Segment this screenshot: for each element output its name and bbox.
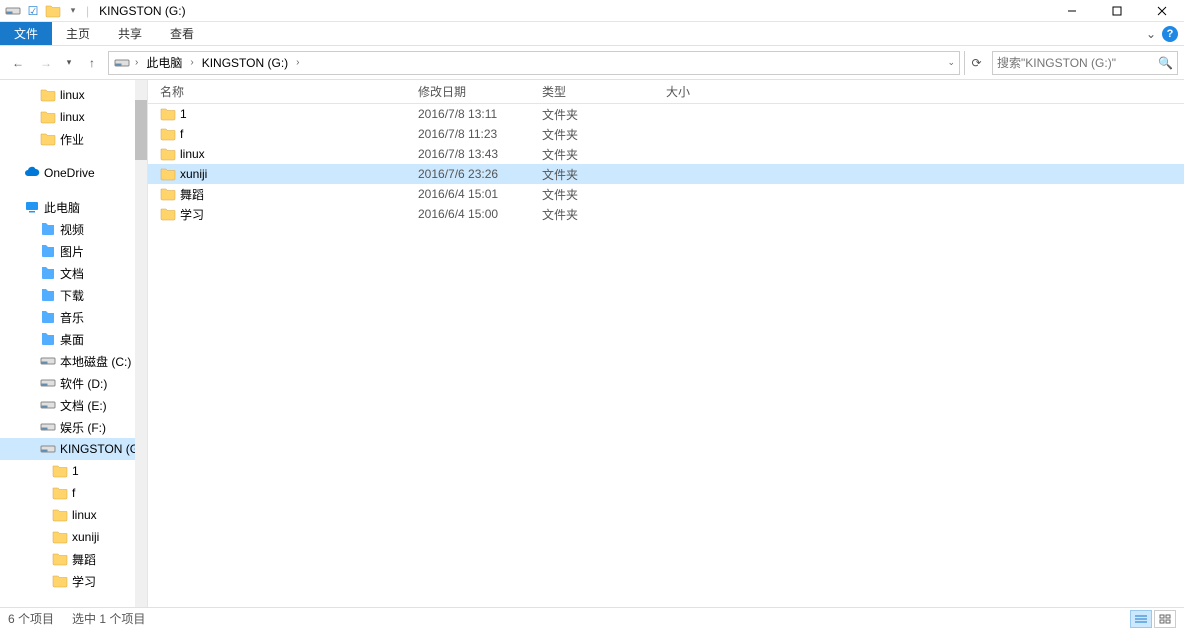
search-input[interactable] bbox=[997, 56, 1158, 70]
breadcrumb-dropdown-icon[interactable]: ⌄ bbox=[947, 57, 955, 68]
tree-item-kingston-linux[interactable]: linux bbox=[0, 504, 147, 526]
tab-home[interactable]: 主页 bbox=[52, 22, 104, 45]
tree-item-kingston-1[interactable]: 1 bbox=[0, 460, 147, 482]
tree-item-videos[interactable]: 视频 bbox=[0, 218, 147, 240]
file-name: 舞蹈 bbox=[180, 186, 204, 203]
tab-view[interactable]: 查看 bbox=[156, 22, 208, 45]
breadcrumb-drive-icon bbox=[113, 54, 131, 72]
nav-forward-button[interactable]: → bbox=[34, 51, 58, 75]
tree-item-pictures[interactable]: 图片 bbox=[0, 240, 147, 262]
file-type: 文件夹 bbox=[542, 206, 666, 223]
refresh-button[interactable]: ⟳ bbox=[964, 51, 988, 75]
help-icon[interactable]: ? bbox=[1162, 26, 1178, 42]
file-name: 1 bbox=[180, 107, 187, 121]
file-name: 学习 bbox=[180, 206, 204, 223]
folder-icon bbox=[160, 126, 176, 142]
folder-icon bbox=[160, 186, 176, 202]
tree-item-music[interactable]: 音乐 bbox=[0, 306, 147, 328]
tree-item-thispc[interactable]: 此电脑 bbox=[0, 196, 147, 218]
file-row[interactable]: 1 2016/7/8 13:11文件夹 bbox=[148, 104, 1184, 124]
file-date: 2016/6/4 15:00 bbox=[418, 207, 542, 221]
folder-icon bbox=[160, 106, 176, 122]
drive-qat-icon bbox=[4, 2, 22, 20]
file-date: 2016/7/6 23:26 bbox=[418, 167, 542, 181]
file-type: 文件夹 bbox=[542, 106, 666, 123]
tree-item-downloads[interactable]: 下载 bbox=[0, 284, 147, 306]
col-date[interactable]: 修改日期 bbox=[418, 80, 542, 103]
tree-item-quickaccess-linux[interactable]: linux bbox=[0, 84, 147, 106]
file-type: 文件夹 bbox=[542, 146, 666, 163]
qat-checkbox-icon[interactable]: ☑ bbox=[24, 2, 42, 20]
breadcrumb-chevron-icon[interactable]: › bbox=[188, 57, 195, 68]
tab-file[interactable]: 文件 bbox=[0, 22, 52, 45]
tab-share[interactable]: 共享 bbox=[104, 22, 156, 45]
file-name: f bbox=[180, 127, 183, 141]
status-item-count: 6 个项目 bbox=[8, 610, 54, 627]
search-box[interactable]: 🔍 bbox=[992, 51, 1178, 75]
ribbon-collapse-icon[interactable]: ⌄ bbox=[1146, 27, 1156, 41]
col-size[interactable]: 大小 bbox=[666, 80, 746, 103]
sidebar-scrollbar[interactable] bbox=[135, 80, 147, 607]
status-bar: 6 个项目 选中 1 个项目 bbox=[0, 607, 1184, 629]
tree-item-kingston-f[interactable]: f bbox=[0, 482, 147, 504]
file-date: 2016/6/4 15:01 bbox=[418, 187, 542, 201]
tree-item-kingston-dance[interactable]: 舞蹈 bbox=[0, 548, 147, 570]
tree-item-kingston-study[interactable]: 学习 bbox=[0, 570, 147, 592]
file-name: xuniji bbox=[180, 167, 207, 181]
column-headers[interactable]: 名称 修改日期 类型 大小 bbox=[148, 80, 1184, 104]
window-title: KINGSTON (G:) bbox=[99, 4, 185, 18]
close-button[interactable] bbox=[1139, 0, 1184, 22]
view-icons-button[interactable] bbox=[1154, 610, 1176, 628]
breadcrumb[interactable]: › 此电脑 › KINGSTON (G:) › ⌄ bbox=[108, 51, 960, 75]
tree-item-drive-c[interactable]: 本地磁盘 (C:) bbox=[0, 350, 147, 372]
breadcrumb-chevron-icon[interactable]: › bbox=[133, 57, 140, 68]
folder-icon bbox=[160, 166, 176, 182]
tree-item-kingston[interactable]: KINGSTON (G:) bbox=[0, 438, 147, 460]
view-details-button[interactable] bbox=[1130, 610, 1152, 628]
file-date: 2016/7/8 11:23 bbox=[418, 127, 542, 141]
qat-dropdown-icon[interactable]: ▾ bbox=[64, 2, 82, 20]
file-row[interactable]: xuniji 2016/7/6 23:26文件夹 bbox=[148, 164, 1184, 184]
search-icon[interactable]: 🔍 bbox=[1158, 56, 1173, 70]
nav-back-button[interactable]: ← bbox=[6, 51, 30, 75]
nav-up-button[interactable]: ↑ bbox=[80, 51, 104, 75]
breadcrumb-chevron-icon[interactable]: › bbox=[294, 57, 301, 68]
folder-icon bbox=[160, 206, 176, 222]
file-name: linux bbox=[180, 147, 205, 161]
tree-item-onedrive[interactable]: OneDrive bbox=[0, 162, 147, 184]
qat-folder-icon bbox=[44, 2, 62, 20]
file-row[interactable]: 舞蹈 2016/6/4 15:01文件夹 bbox=[148, 184, 1184, 204]
tree-item-quickaccess-homework[interactable]: 作业 bbox=[0, 128, 147, 150]
tree-item-quickaccess-linux2[interactable]: linux bbox=[0, 106, 147, 128]
file-date: 2016/7/8 13:43 bbox=[418, 147, 542, 161]
minimize-button[interactable] bbox=[1049, 0, 1094, 22]
tree-item-drive-f[interactable]: 娱乐 (F:) bbox=[0, 416, 147, 438]
nav-recent-dropdown[interactable]: ▾ bbox=[62, 51, 76, 75]
sidebar-scrollbar-thumb[interactable] bbox=[135, 100, 147, 160]
tree-item-drive-e[interactable]: 文档 (E:) bbox=[0, 394, 147, 416]
col-type[interactable]: 类型 bbox=[542, 80, 666, 103]
maximize-button[interactable] bbox=[1094, 0, 1139, 22]
col-name[interactable]: 名称 bbox=[148, 80, 418, 103]
nav-tree[interactable]: linux linux 作业 OneDrive 此电脑 视频 图片 文档 下载 … bbox=[0, 80, 148, 607]
folder-icon bbox=[160, 146, 176, 162]
file-type: 文件夹 bbox=[542, 186, 666, 203]
status-selected-count: 选中 1 个项目 bbox=[72, 610, 145, 627]
file-row[interactable]: f 2016/7/8 11:23文件夹 bbox=[148, 124, 1184, 144]
tree-item-kingston-xuniji[interactable]: xuniji bbox=[0, 526, 147, 548]
file-date: 2016/7/8 13:11 bbox=[418, 107, 542, 121]
tree-item-desktop[interactable]: 桌面 bbox=[0, 328, 147, 350]
file-type: 文件夹 bbox=[542, 126, 666, 143]
file-row[interactable]: 学习 2016/6/4 15:00文件夹 bbox=[148, 204, 1184, 224]
title-separator: | bbox=[86, 4, 89, 18]
file-row[interactable]: linux 2016/7/8 13:43文件夹 bbox=[148, 144, 1184, 164]
breadcrumb-seg-thispc[interactable]: 此电脑 bbox=[142, 54, 186, 71]
tree-item-documents[interactable]: 文档 bbox=[0, 262, 147, 284]
tree-item-drive-d[interactable]: 软件 (D:) bbox=[0, 372, 147, 394]
breadcrumb-seg-kingston[interactable]: KINGSTON (G:) bbox=[198, 56, 292, 70]
file-type: 文件夹 bbox=[542, 166, 666, 183]
